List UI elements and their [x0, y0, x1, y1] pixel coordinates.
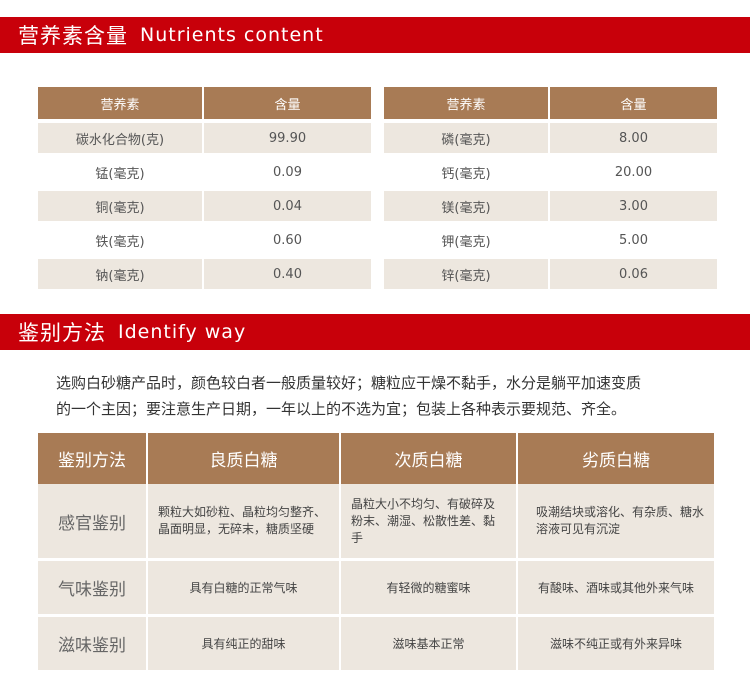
identify-table: 鉴别方法 良质白糖 次质白糖 劣质白糖 感官鉴别 颗粒大如砂粒、晶粒均匀整齐、晶…: [38, 433, 714, 673]
nutrient-amount: 0.40: [204, 259, 371, 289]
nutrient-name: 镁(毫克): [384, 191, 550, 221]
identify-header-poor: 劣质白糖: [518, 433, 714, 484]
nutrient-header-name: 营养素: [384, 87, 550, 119]
table-row: 锰(毫克) 0.09: [38, 157, 371, 187]
nutrient-amount: 99.90: [204, 123, 371, 153]
nutrient-amount: 5.00: [550, 225, 717, 255]
intro-line: 选购白砂糖产品时，颜色较白者一般质量较好；糖粒应干燥不黏手，水分是躺平加速变质: [56, 374, 642, 392]
nutrient-amount: 0.09: [204, 157, 371, 187]
nutrient-name: 铜(毫克): [38, 191, 204, 221]
identify-cell-good: 具有纯正的甜味: [148, 617, 341, 673]
identify-cell-medium: 晶粒大小不均匀、有破碎及粉末、潮湿、松散性差、黏手: [341, 484, 518, 561]
nutrient-name: 钙(毫克): [384, 157, 550, 187]
table-row: 铁(毫克) 0.60: [38, 225, 371, 255]
identify-cell-poor: 滋味不纯正或有外来异味: [518, 617, 714, 673]
nutrient-name: 锰(毫克): [38, 157, 204, 187]
identify-cell-medium: 有轻微的糖蜜味: [341, 561, 518, 617]
identify-banner: 鉴别方法 Identify way: [0, 314, 750, 350]
nutrient-table-left: 营养素 含量 碳水化合物(克) 99.90 锰(毫克) 0.09 铜(毫克) 0…: [38, 83, 371, 293]
table-row: 感官鉴别 颗粒大如砂粒、晶粒均匀整齐、晶面明显，无碎末，糖质坚硬 晶粒大小不均匀…: [38, 484, 714, 561]
nutrients-title-cn: 营养素含量: [18, 24, 128, 48]
identify-cell-good: 具有白糖的正常气味: [148, 561, 341, 617]
identify-title-en: Identify way: [118, 321, 247, 343]
nutrient-name: 锌(毫克): [384, 259, 550, 289]
intro-line: 的一个主因；要注意生产日期，一年以上的不选为宜；包装上各种表示要规范、齐全。: [56, 400, 627, 418]
nutrient-header-name: 营养素: [38, 87, 204, 119]
identify-title-cn: 鉴别方法: [18, 321, 106, 345]
identify-header-medium: 次质白糖: [341, 433, 518, 484]
nutrient-name: 钾(毫克): [384, 225, 550, 255]
identify-cell-good: 颗粒大如砂粒、晶粒均匀整齐、晶面明显，无碎末，糖质坚硬: [148, 484, 341, 561]
nutrient-table-right: 营养素 含量 磷(毫克) 8.00 钙(毫克) 20.00 镁(毫克) 3.00…: [384, 83, 717, 293]
identify-row-label: 感官鉴别: [38, 484, 148, 561]
table-row: 钙(毫克) 20.00: [384, 157, 717, 187]
nutrient-amount: 3.00: [550, 191, 717, 221]
nutrient-header-amount: 含量: [204, 87, 371, 119]
table-row: 铜(毫克) 0.04: [38, 191, 371, 221]
nutrient-header-amount: 含量: [550, 87, 717, 119]
identify-cell-poor: 有酸味、酒味或其他外来气味: [518, 561, 714, 617]
table-row: 气味鉴别 具有白糖的正常气味 有轻微的糖蜜味 有酸味、酒味或其他外来气味: [38, 561, 714, 617]
table-row: 钠(毫克) 0.40: [38, 259, 371, 289]
identify-row-label: 滋味鉴别: [38, 617, 148, 673]
nutrient-amount: 0.04: [204, 191, 371, 221]
identify-row-label: 气味鉴别: [38, 561, 148, 617]
nutrient-name: 碳水化合物(克): [38, 123, 204, 153]
table-row: 锌(毫克) 0.06: [384, 259, 717, 289]
identify-cell-medium: 滋味基本正常: [341, 617, 518, 673]
nutrient-amount: 0.60: [204, 225, 371, 255]
nutrient-name: 钠(毫克): [38, 259, 204, 289]
nutrient-name: 磷(毫克): [384, 123, 550, 153]
nutrient-amount: 8.00: [550, 123, 717, 153]
identify-header-method: 鉴别方法: [38, 433, 148, 484]
identify-intro: 选购白砂糖产品时，颜色较白者一般质量较好；糖粒应干燥不黏手，水分是躺平加速变质 …: [56, 370, 716, 422]
table-row: 磷(毫克) 8.00: [384, 123, 717, 153]
identify-cell-poor: 吸潮结块或溶化、有杂质、糖水溶液可见有沉淀: [518, 484, 714, 561]
nutrients-title-en: Nutrients content: [140, 24, 324, 46]
table-row: 碳水化合物(克) 99.90: [38, 123, 371, 153]
identify-header-good: 良质白糖: [148, 433, 341, 484]
table-row: 钾(毫克) 5.00: [384, 225, 717, 255]
nutrient-amount: 0.06: [550, 259, 717, 289]
table-row: 滋味鉴别 具有纯正的甜味 滋味基本正常 滋味不纯正或有外来异味: [38, 617, 714, 673]
nutrients-banner: 营养素含量 Nutrients content: [0, 17, 750, 53]
nutrient-amount: 20.00: [550, 157, 717, 187]
nutrient-name: 铁(毫克): [38, 225, 204, 255]
table-row: 镁(毫克) 3.00: [384, 191, 717, 221]
